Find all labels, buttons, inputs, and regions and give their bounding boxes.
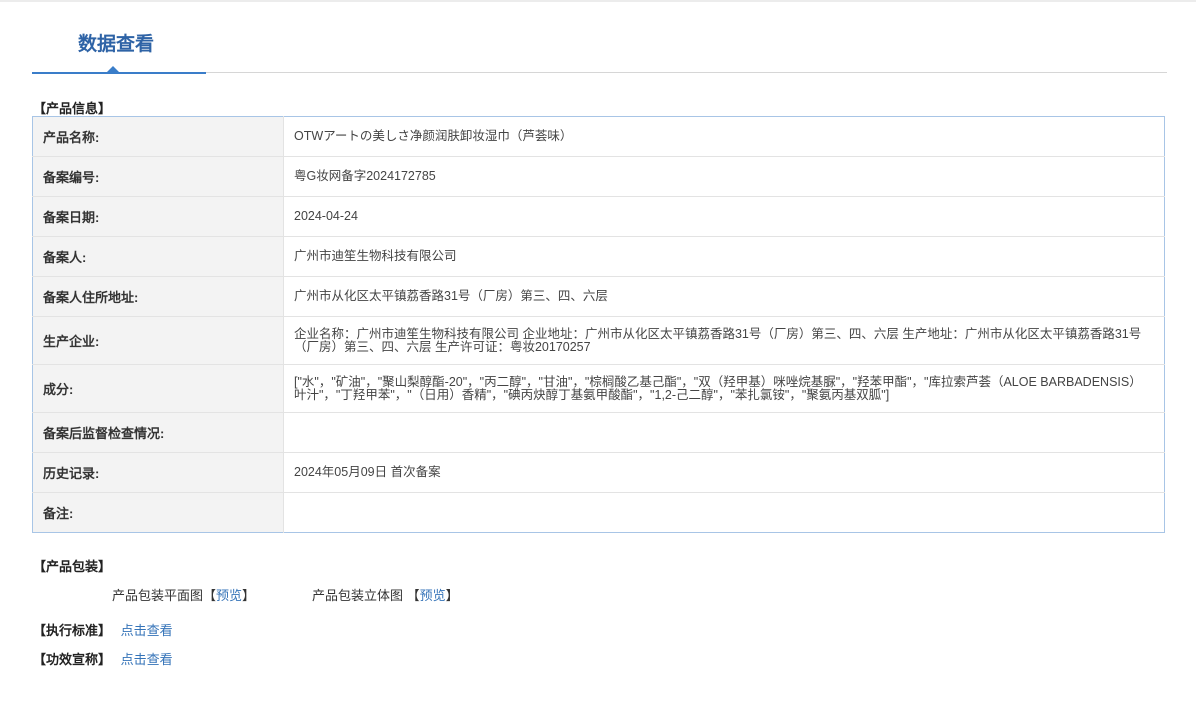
packaging-3d-label: 产品包装立体图 — [312, 588, 404, 603]
bracket-open: 【 — [406, 588, 420, 603]
row-history: 历史记录: 2024年05月09日 首次备案 — [32, 452, 1165, 493]
row-value: 2024年05月09日 首次备案 — [283, 452, 1165, 493]
row-label: 备案编号: — [32, 156, 284, 197]
page-title: 数据查看 — [78, 34, 155, 55]
packaging-3d-item: 产品包装立体图 【预览】 — [312, 585, 459, 604]
tab-bar: 数据查看 — [32, 20, 1167, 74]
packaging-flat-item: 产品包装平面图【预览】 — [112, 585, 255, 604]
standard-view-link[interactable]: 点击查看 — [121, 623, 173, 638]
packaging-heading: 【产品包装】 — [33, 559, 112, 574]
row-label: 历史记录: — [32, 452, 284, 493]
efficacy-label: 【功效宣称】 — [33, 652, 112, 667]
row-value: 广州市迪笙生物科技有限公司 — [283, 236, 1165, 277]
top-divider — [0, 0, 1196, 2]
standard-label: 【执行标准】 — [33, 623, 112, 638]
row-supervision: 备案后监督检查情况: — [32, 412, 1165, 453]
row-label: 成分: — [32, 364, 284, 413]
row-filing-date: 备案日期: 2024-04-24 — [32, 196, 1165, 237]
bracket-close: 】 — [242, 588, 256, 603]
row-label: 备案后监督检查情况: — [32, 412, 284, 453]
packaging-flat-label: 产品包装平面图 — [112, 588, 204, 603]
row-label: 生产企业: — [32, 316, 284, 365]
row-label: 产品名称: — [32, 116, 284, 157]
active-tab-caret-icon — [107, 66, 119, 72]
row-value: 企业名称：广州市迪笙生物科技有限公司 企业地址：广州市从化区太平镇荔香路31号（… — [283, 316, 1165, 365]
row-manufacturer: 生产企业: 企业名称：广州市迪笙生物科技有限公司 企业地址：广州市从化区太平镇荔… — [32, 316, 1165, 365]
standard-row: 【执行标准】 点击查看 — [33, 620, 173, 639]
bracket-open: 【 — [203, 588, 217, 603]
row-value: ["水"，"矿油"，"聚山梨醇酯-20"，"丙二醇"，"甘油"，"棕榈酸乙基己酯… — [283, 364, 1165, 413]
product-info-heading: 【产品信息】 — [33, 101, 112, 116]
product-info-table: 产品名称: OTWアートの美しさ净颜润肤卸妆湿巾（芦荟味） 备案编号: 粤G妆网… — [32, 116, 1165, 533]
row-filing-number: 备案编号: 粤G妆网备字2024172785 — [32, 156, 1165, 197]
row-filer-address: 备案人住所地址: 广州市从化区太平镇荔香路31号（厂房）第三、四、六层 — [32, 276, 1165, 317]
row-label: 备案人: — [32, 236, 284, 277]
efficacy-view-link[interactable]: 点击查看 — [121, 652, 173, 667]
efficacy-row: 【功效宣称】 点击查看 — [33, 649, 173, 668]
row-value: 粤G妆网备字2024172785 — [283, 156, 1165, 197]
row-label: 备案日期: — [32, 196, 284, 237]
row-label: 备案人住所地址: — [32, 276, 284, 317]
row-value: 广州市从化区太平镇荔香路31号（厂房）第三、四、六层 — [283, 276, 1165, 317]
row-value: 2024-04-24 — [283, 196, 1165, 237]
row-label: 备注: — [32, 492, 284, 533]
row-value: OTWアートの美しさ净颜润肤卸妆湿巾（芦荟味） — [294, 129, 573, 143]
row-ingredients: 成分: ["水"，"矿油"，"聚山梨醇酯-20"，"丙二醇"，"甘油"，"棕榈酸… — [32, 364, 1165, 413]
tab-data-view[interactable]: 数据查看 — [32, 20, 206, 74]
row-value — [283, 412, 1165, 453]
preview-3d-link[interactable]: 预览 — [420, 588, 446, 603]
preview-flat-link[interactable]: 预览 — [216, 588, 242, 603]
row-product-name: 产品名称: OTWアートの美しさ净颜润肤卸妆湿巾（芦荟味） — [32, 116, 1165, 157]
row-filer: 备案人: 广州市迪笙生物科技有限公司 — [32, 236, 1165, 277]
bracket-close: 】 — [445, 588, 459, 603]
row-value — [283, 492, 1165, 533]
row-remarks: 备注: — [32, 492, 1165, 533]
